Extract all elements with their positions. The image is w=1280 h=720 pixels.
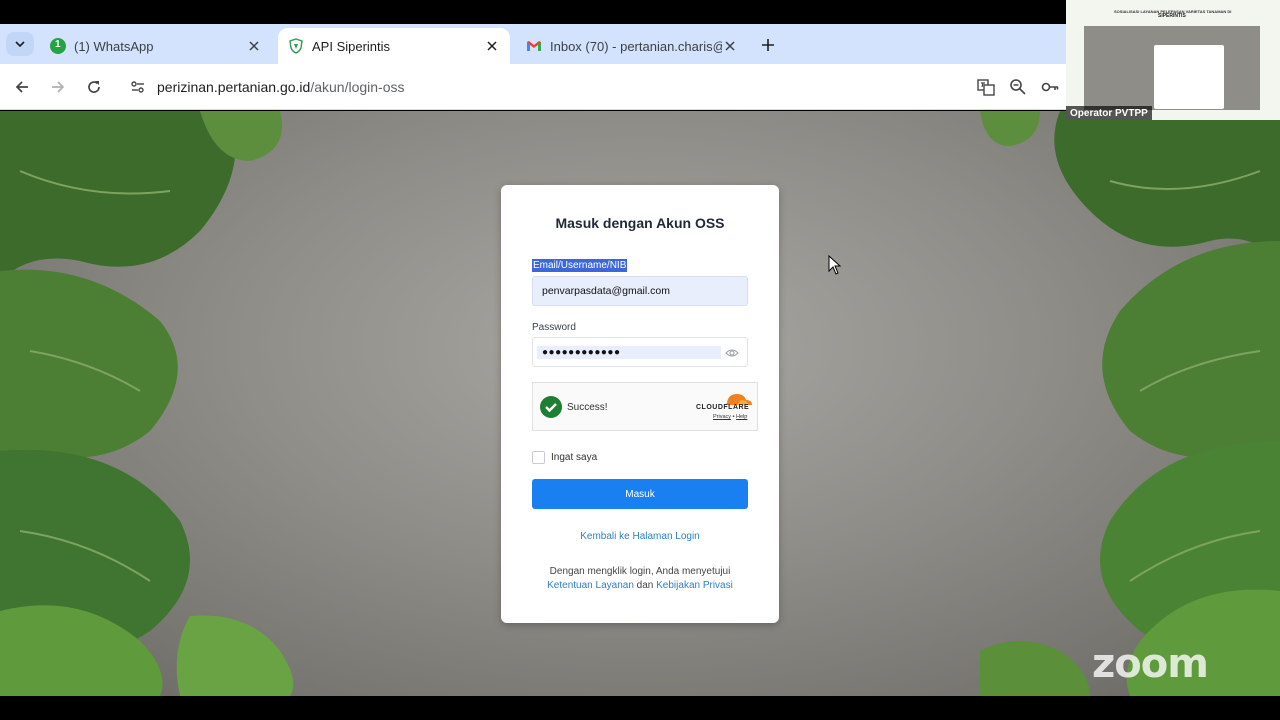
arrow-right-icon: [52, 81, 65, 93]
back-button[interactable]: [10, 75, 34, 99]
terms-of-service-link[interactable]: Ketentuan Layanan: [547, 580, 634, 591]
page-background: Masuk dengan Akun OSS Email/Username/NIB…: [0, 111, 1280, 696]
close-icon: [725, 41, 735, 51]
captcha-privacy-link[interactable]: Privacy: [713, 414, 731, 420]
terms-links-line: Ketentuan Layanan dan Kebijakan Privasi: [501, 579, 779, 593]
tab-title: (1) WhatsApp: [74, 38, 154, 54]
chevron-down-icon: [15, 41, 25, 48]
right-leaves-decoration: [980, 111, 1280, 696]
terms-and: dan: [636, 580, 654, 591]
password-key-icon[interactable]: [1040, 77, 1060, 97]
left-leaves-decoration: [0, 111, 294, 696]
browser-toolbar: perizinan.pertanian.go.id/akun/login-oss: [0, 64, 1066, 110]
back-to-login-link[interactable]: Kembali ke Halaman Login: [501, 531, 779, 542]
eye-icon[interactable]: [725, 346, 739, 360]
terms-notice: Dengan mengklik login, Anda menyetujui K…: [501, 565, 779, 593]
login-button[interactable]: Masuk: [532, 479, 748, 509]
tab-close-button[interactable]: [484, 38, 500, 54]
zoom-watermark: zoom: [1092, 641, 1209, 687]
captcha-status: Success!: [567, 402, 608, 413]
tab-search-button[interactable]: [6, 32, 34, 56]
captcha-help-link[interactable]: Help: [736, 414, 747, 420]
login-card: Masuk dengan Akun OSS Email/Username/NIB…: [501, 185, 779, 623]
captcha-link-separator: •: [732, 414, 735, 420]
zoom-magnifier-icon[interactable]: [1008, 77, 1028, 97]
address-bar[interactable]: perizinan.pertanian.go.id/akun/login-oss: [120, 71, 1060, 103]
bottom-black-bar: [0, 696, 1280, 720]
terms-prefix: Dengan mengklik login, Anda menyetujui: [549, 566, 731, 577]
cloudflare-captcha[interactable]: Success! CLOUDFLARE Privacy • Help: [532, 382, 758, 431]
participant-name-label: Operator PVTPP: [1066, 106, 1152, 120]
forward-button[interactable]: [46, 75, 70, 99]
email-field[interactable]: penvarpasdata@gmail.com: [532, 276, 748, 306]
site-info-icon[interactable]: [128, 77, 148, 97]
close-icon: [249, 41, 259, 51]
tab-whatsapp[interactable]: 1 (1) WhatsApp: [40, 28, 272, 64]
url-path: /akun/login-oss: [310, 79, 405, 95]
close-icon: [487, 41, 497, 51]
mouse-cursor-icon: [828, 255, 842, 275]
email-label: Email/Username/NIB: [532, 259, 628, 272]
tab-close-button[interactable]: [246, 38, 262, 54]
new-tab-button[interactable]: [758, 35, 778, 55]
plus-icon: [762, 39, 774, 51]
password-field[interactable]: ●●●●●●●●●●●●: [532, 337, 748, 367]
remember-checkbox[interactable]: [532, 451, 545, 464]
login-title: Masuk dengan Akun OSS: [555, 215, 725, 231]
shield-leaf-icon: [289, 38, 303, 54]
url-host: perizinan.pertanian.go.id: [157, 79, 311, 95]
remember-label: Ingat saya: [551, 452, 598, 463]
thumb-subheading: SIPERINTIS: [1158, 13, 1186, 19]
reload-button[interactable]: [82, 75, 106, 99]
url-text: perizinan.pertanian.go.id/akun/login-oss: [157, 79, 405, 95]
tab-title: Inbox (70) - pertanian.charis@g: [550, 38, 722, 54]
success-check-icon: [540, 396, 562, 418]
remember-me[interactable]: Ingat saya: [532, 451, 597, 464]
password-label: Password: [532, 322, 576, 333]
reload-icon: [88, 81, 100, 93]
translate-icon[interactable]: [976, 77, 996, 97]
tab-strip: 1 (1) WhatsApp API Siperintis Inbox (70)…: [0, 24, 1066, 64]
gmail-icon: [527, 41, 541, 51]
tab-whatsapp-badge: 1: [55, 39, 61, 50]
thumb-login-card: [1154, 45, 1224, 109]
cloudflare-brand: CLOUDFLARE: [696, 404, 750, 411]
email-value: penvarpasdata@gmail.com: [542, 285, 670, 297]
captcha-links: Privacy • Help: [713, 414, 747, 420]
tab-title: API Siperintis: [312, 38, 391, 54]
tab-api-siperintis[interactable]: API Siperintis: [278, 28, 510, 64]
tab-gmail-inbox[interactable]: Inbox (70) - pertanian.charis@g: [516, 28, 748, 64]
arrow-left-icon: [15, 81, 28, 93]
zoom-video-thumbnail[interactable]: SOSIALISASI LAYANAN PELEPASAN VARIETAS T…: [1066, 0, 1280, 120]
privacy-policy-link[interactable]: Kebijakan Privasi: [656, 580, 733, 591]
tab-close-button[interactable]: [722, 38, 738, 54]
password-value: ●●●●●●●●●●●●: [542, 346, 621, 358]
